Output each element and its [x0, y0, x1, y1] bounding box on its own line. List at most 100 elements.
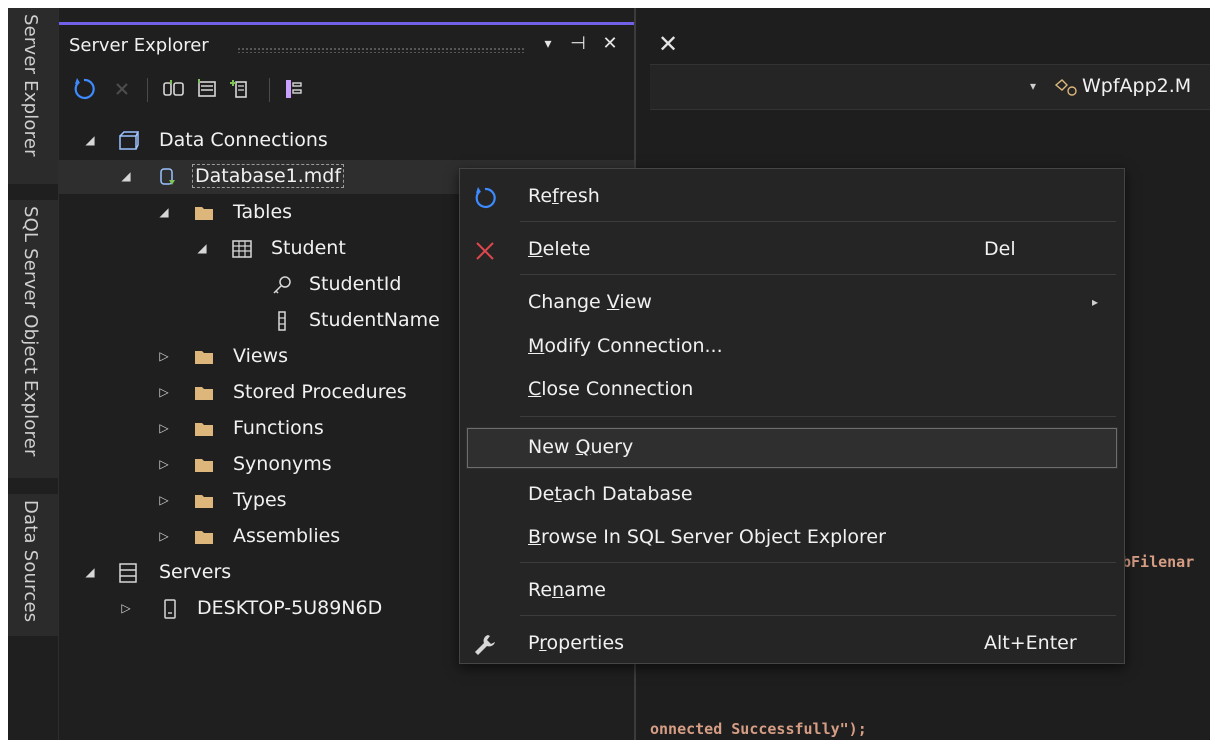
- menu-item-shortcut: Del: [984, 238, 1016, 260]
- side-tab-server-explorer[interactable]: Server Explorer: [8, 8, 58, 184]
- auto-hide-pin-icon[interactable]: ⊣: [567, 33, 589, 54]
- side-tab-label: Server Explorer: [20, 14, 41, 157]
- database-icon: [160, 168, 175, 185]
- menu-item-modify-connection[interactable]: Modify Connection...: [460, 327, 1124, 367]
- menu-item-label: Close Connection: [528, 378, 694, 400]
- stop-icon: [116, 83, 128, 95]
- menu-separator: [520, 615, 1116, 616]
- wrench-icon: [475, 635, 495, 655]
- code-fragment: onnected Successfully");: [650, 720, 867, 738]
- menu-item-new-query[interactable]: New Query: [466, 427, 1118, 469]
- close-document-icon[interactable]: ✕: [658, 30, 678, 58]
- column-icon: [278, 311, 286, 331]
- folder-icon: [195, 531, 213, 544]
- visual-studio-window: Server Explorer SQL Server Object Explor…: [8, 8, 1210, 740]
- menu-item-label: Properties: [528, 632, 625, 654]
- menu-item-label: Browse In SQL Server Object Explorer: [528, 526, 886, 548]
- side-tab-label: Data Sources: [20, 500, 41, 623]
- collapse-arrow-icon[interactable]: ◢: [119, 169, 133, 183]
- menu-item-shortcut: Alt+Enter: [984, 632, 1077, 654]
- menu-item-browse-in-sql-server-object-explorer[interactable]: Browse In SQL Server Object Explorer: [460, 518, 1124, 558]
- folder-icon: [195, 351, 213, 364]
- expand-arrow-icon[interactable]: ▷: [157, 349, 171, 363]
- menu-item-label: Detach Database: [528, 483, 693, 505]
- tree-node-data-connections[interactable]: ◢ Data Connections: [59, 124, 635, 158]
- expand-arrow-icon[interactable]: ▷: [157, 529, 171, 543]
- delete-icon: [476, 242, 494, 260]
- tree-node-label: Servers: [159, 561, 232, 583]
- expand-arrow-icon[interactable]: ▷: [157, 421, 171, 435]
- side-tab-label: SQL Server Object Explorer: [20, 206, 41, 457]
- expand-arrow-icon[interactable]: ▷: [157, 457, 171, 471]
- menu-item-label: Modify Connection...: [528, 335, 723, 357]
- navigation-bar: ▾ WpfApp2.M: [650, 64, 1210, 110]
- table-icon: [232, 240, 252, 258]
- menu-item-detach-database[interactable]: Detach Database: [460, 475, 1124, 515]
- tree-node-label: DESKTOP-5U89N6D: [197, 597, 383, 619]
- expand-arrow-icon[interactable]: ▷: [157, 385, 171, 399]
- menu-item-delete[interactable]: Delete Del: [460, 230, 1124, 270]
- tree-node-label: StudentId: [309, 273, 402, 295]
- tree-node-label: Database1.mdf: [191, 164, 345, 188]
- toolbar-separator: [147, 78, 148, 102]
- filter-icon[interactable]: [281, 76, 307, 102]
- collapse-arrow-icon[interactable]: ◢: [157, 205, 171, 219]
- connect-to-database-icon[interactable]: [161, 76, 187, 102]
- menu-item-change-view[interactable]: Change View ▸: [460, 283, 1124, 323]
- connect-to-server-icon[interactable]: [195, 76, 221, 102]
- folder-icon: [195, 387, 213, 400]
- side-tab-strip: Server Explorer SQL Server Object Explor…: [8, 8, 58, 740]
- menu-separator: [520, 416, 1116, 417]
- primary-key-icon: [273, 276, 291, 294]
- menu-item-refresh[interactable]: Refresh: [460, 177, 1124, 217]
- panel-header[interactable]: Server Explorer ▾ ⊣ ✕: [59, 25, 635, 63]
- tree-node-label: Types: [233, 489, 287, 511]
- connect-to-sharepoint-icon[interactable]: [227, 76, 253, 102]
- menu-item-label: Change View: [528, 291, 652, 313]
- tree-node-label: Assemblies: [233, 525, 341, 547]
- menu-item-rename[interactable]: Rename: [460, 571, 1124, 611]
- menu-separator: [520, 274, 1116, 275]
- menu-item-properties[interactable]: Properties Alt+Enter: [460, 624, 1124, 664]
- side-tab-sql-server-object-explorer[interactable]: SQL Server Object Explorer: [8, 200, 58, 478]
- class-scope-icon: [1054, 79, 1077, 96]
- folder-icon: [195, 423, 213, 436]
- folder-icon: [195, 495, 213, 508]
- tree-node-label: Views: [233, 345, 288, 367]
- folder-icon: [195, 207, 213, 220]
- collapse-arrow-icon[interactable]: ◢: [83, 565, 97, 579]
- menu-item-close-connection[interactable]: Close Connection: [460, 370, 1124, 410]
- data-connections-icon: [119, 131, 139, 150]
- menu-separator: [520, 562, 1116, 563]
- folder-icon: [195, 459, 213, 472]
- refresh-icon: [475, 187, 496, 209]
- tree-node-label: Synonyms: [233, 453, 332, 475]
- menu-item-label: Refresh: [528, 185, 600, 207]
- window-position-dropdown-icon[interactable]: ▾: [537, 36, 559, 52]
- toolbar-separator: [269, 78, 270, 102]
- close-panel-icon[interactable]: ✕: [599, 33, 621, 54]
- panel-title: Server Explorer: [69, 35, 209, 56]
- menu-item-label: Rename: [528, 579, 606, 601]
- tree-node-label: Student: [271, 237, 346, 259]
- menu-item-label: Delete: [528, 238, 591, 260]
- servers-icon: [119, 563, 137, 583]
- submenu-arrow-icon: ▸: [1092, 295, 1099, 309]
- nav-scope-label[interactable]: WpfApp2.M: [1082, 75, 1191, 97]
- code-fragment: bFilenar: [1122, 553, 1195, 571]
- nav-dropdown-icon[interactable]: ▾: [1030, 79, 1036, 93]
- tree-node-label: Stored Procedures: [233, 381, 407, 403]
- side-tab-data-sources[interactable]: Data Sources: [8, 494, 58, 636]
- menu-separator: [520, 221, 1116, 222]
- collapse-arrow-icon[interactable]: ◢: [195, 241, 209, 255]
- panel-grip: [237, 47, 525, 53]
- tree-node-label: Tables: [233, 201, 293, 223]
- context-menu: Refresh Delete Del Change View ▸ Modify …: [459, 168, 1125, 664]
- collapse-arrow-icon[interactable]: ◢: [83, 133, 97, 147]
- expand-arrow-icon[interactable]: ▷: [157, 493, 171, 507]
- refresh-icon[interactable]: [71, 76, 97, 102]
- menu-item-label: New Query: [528, 436, 634, 458]
- expand-arrow-icon[interactable]: ▷: [119, 601, 133, 615]
- tree-node-label: Data Connections: [159, 129, 328, 151]
- tree-node-label: Functions: [233, 417, 324, 439]
